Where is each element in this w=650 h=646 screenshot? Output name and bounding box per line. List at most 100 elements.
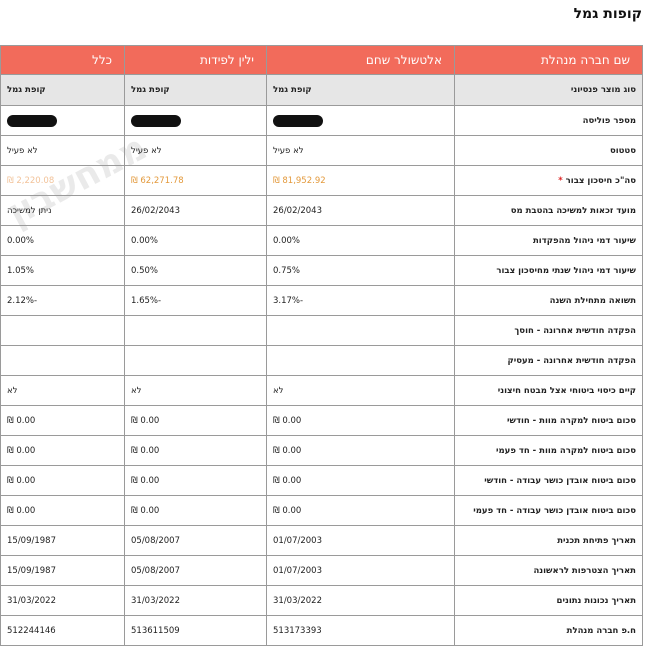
cell-value: 0.00 ₪ bbox=[266, 405, 455, 436]
table-row: הפקדה חודשית אחרונה - מעסיק bbox=[0, 345, 643, 376]
cell-value: 01/07/2003 bbox=[266, 555, 455, 586]
cell-value: 0.00 ₪ bbox=[0, 435, 125, 466]
row-label: הפקדה חודשית אחרונה - חוסך bbox=[454, 315, 643, 346]
cell-value: קופת גמל bbox=[124, 74, 267, 106]
row-label: שיעור דמי ניהול מהפקדות bbox=[454, 225, 643, 256]
cell-value: 15/09/1987 bbox=[0, 555, 125, 586]
cell-value: 0.00 ₪ bbox=[0, 465, 125, 496]
cell-value: 512244146 bbox=[0, 615, 125, 646]
redacted-policy-number bbox=[7, 114, 57, 127]
cell-value: לא bbox=[0, 375, 125, 406]
row-label: מספר פוליסה bbox=[454, 105, 643, 136]
cell-value: 0.00 ₪ bbox=[0, 495, 125, 526]
cell-value: לא פעיל bbox=[124, 135, 267, 166]
cell-value: 05/08/2007 bbox=[124, 555, 267, 586]
row-label: תאריך הצטרפות לראשונה bbox=[454, 555, 643, 586]
header-label-col: שם חברה מנהלת bbox=[454, 45, 643, 75]
cell-value: 0.00 ₪ bbox=[124, 495, 267, 526]
row-label: הפקדה חודשית אחרונה - מעסיק bbox=[454, 345, 643, 376]
row-label: קיים כיסוי ביטוחי אצל מבטח חיצוני bbox=[454, 375, 643, 406]
row-label: סכום ביטוח למקרה מוות - חודשי bbox=[454, 405, 643, 436]
table-row: סכום ביטוח אובדן כושר עבודה - חד פעמי 0.… bbox=[0, 495, 643, 526]
cell-value: 2,220.08 ₪ bbox=[0, 165, 125, 196]
header-col-altshuler: אלטשולר שחם bbox=[266, 45, 455, 75]
table-row: סטטוס לא פעיל לא פעיל לא פעיל bbox=[0, 135, 643, 166]
cell-value: 0.00 ₪ bbox=[124, 435, 267, 466]
cell-value bbox=[124, 345, 267, 376]
table-row: סה"כ חיסכון צבור * 81,952.92 ₪ 62,271.78… bbox=[0, 165, 643, 196]
row-label: סכום ביטוח למקרה מוות - חד פעמי bbox=[454, 435, 643, 466]
cell-value: לא bbox=[266, 375, 455, 406]
table-row: תאריך נכונות נתונים 31/03/2022 31/03/202… bbox=[0, 585, 643, 616]
row-label: שיעור דמי ניהול שנתי מחיסכון צבור bbox=[454, 255, 643, 286]
table-row: תאריך הצטרפות לראשונה 01/07/2003 05/08/2… bbox=[0, 555, 643, 586]
cell-value: 0.00 ₪ bbox=[124, 405, 267, 436]
row-label-text: סה"כ חיסכון צבור bbox=[565, 175, 636, 186]
cell-value: 0.00% bbox=[124, 225, 267, 256]
required-asterisk: * bbox=[558, 175, 563, 186]
table-row: סכום ביטוח למקרה מוות - חד פעמי 0.00 ₪ 0… bbox=[0, 435, 643, 466]
cell-value: 513611509 bbox=[124, 615, 267, 646]
redacted-policy-number bbox=[131, 114, 181, 127]
table-row: מועד זכאות למשיכה בהטבת מס 26/02/2043 26… bbox=[0, 195, 643, 226]
cell-value: -1.65% bbox=[124, 285, 267, 316]
cell-value bbox=[266, 345, 455, 376]
cell-value: 26/02/2043 bbox=[124, 195, 267, 226]
table-row: הפקדה חודשית אחרונה - חוסך bbox=[0, 315, 643, 346]
table-row: תשואה מתחילת השנה -3.17% -1.65% -2.12% bbox=[0, 285, 643, 316]
cell-value: 0.00% bbox=[0, 225, 125, 256]
table-row: סוג מוצר פנסיוני קופת גמל קופת גמל קופת … bbox=[0, 74, 643, 106]
cell-value: 0.00 ₪ bbox=[0, 405, 125, 436]
table-row: סכום ביטוח למקרה מוות - חודשי 0.00 ₪ 0.0… bbox=[0, 405, 643, 436]
table-row: שיעור דמי ניהול שנתי מחיסכון צבור 0.75% … bbox=[0, 255, 643, 286]
row-label: סכום ביטוח אובדן כושר עבודה - חד פעמי bbox=[454, 495, 643, 526]
cell-value: לא bbox=[124, 375, 267, 406]
row-label: סה"כ חיסכון צבור * bbox=[454, 165, 643, 196]
table-row: תאריך פתיחת תכנית 01/07/2003 05/08/2007 … bbox=[0, 525, 643, 556]
page-title: קופות גמל bbox=[573, 6, 642, 22]
cell-value: 26/02/2043 bbox=[266, 195, 455, 226]
cell-value: -3.17% bbox=[266, 285, 455, 316]
cell-value: 0.00% bbox=[266, 225, 455, 256]
row-label: ח.פ חברה מנהלת bbox=[454, 615, 643, 646]
cell-value: 15/09/1987 bbox=[0, 525, 125, 556]
row-label: תאריך פתיחת תכנית bbox=[454, 525, 643, 556]
cell-value: לא פעיל bbox=[0, 135, 125, 166]
cell-value: ניתן למשיכה bbox=[0, 195, 125, 226]
cell-value: 0.00 ₪ bbox=[266, 495, 455, 526]
table-row: ח.פ חברה מנהלת 513173393 513611509 51224… bbox=[0, 615, 643, 646]
cell-value: 31/03/2022 bbox=[266, 585, 455, 616]
cell-value: 1.05% bbox=[0, 255, 125, 286]
cell-value: 0.75% bbox=[266, 255, 455, 286]
cell-value: 0.00 ₪ bbox=[124, 465, 267, 496]
comparison-table: שם חברה מנהלת אלטשולר שחם ילין לפידות כל… bbox=[0, 45, 643, 646]
cell-value: קופת גמל bbox=[0, 74, 125, 106]
cell-value bbox=[124, 105, 267, 136]
cell-value: 31/03/2022 bbox=[124, 585, 267, 616]
cell-value: 0.50% bbox=[124, 255, 267, 286]
cell-value: 31/03/2022 bbox=[0, 585, 125, 616]
cell-value: 81,952.92 ₪ bbox=[266, 165, 455, 196]
cell-value bbox=[0, 345, 125, 376]
row-label: תאריך נכונות נתונים bbox=[454, 585, 643, 616]
cell-value: 0.00 ₪ bbox=[266, 465, 455, 496]
table-row: סכום ביטוח אובדן כושר עבודה - חודשי 0.00… bbox=[0, 465, 643, 496]
redacted-policy-number bbox=[273, 114, 323, 127]
row-label: סוג מוצר פנסיוני bbox=[454, 74, 643, 106]
row-label: תשואה מתחילת השנה bbox=[454, 285, 643, 316]
header-col-yelin: ילין לפידות bbox=[124, 45, 267, 75]
cell-value bbox=[0, 105, 125, 136]
row-label: סכום ביטוח אובדן כושר עבודה - חודשי bbox=[454, 465, 643, 496]
table-header-row: שם חברה מנהלת אלטשולר שחם ילין לפידות כל… bbox=[0, 45, 643, 75]
cell-value: 0.00 ₪ bbox=[266, 435, 455, 466]
header-col-clal: כלל bbox=[0, 45, 125, 75]
cell-value: 62,271.78 ₪ bbox=[124, 165, 267, 196]
cell-value bbox=[0, 315, 125, 346]
cell-value: קופת גמל bbox=[266, 74, 455, 106]
cell-value: לא פעיל bbox=[266, 135, 455, 166]
cell-value bbox=[266, 315, 455, 346]
cell-value: 05/08/2007 bbox=[124, 525, 267, 556]
table-row: מספר פוליסה bbox=[0, 105, 643, 136]
row-label: מועד זכאות למשיכה בהטבת מס bbox=[454, 195, 643, 226]
cell-value: 513173393 bbox=[266, 615, 455, 646]
